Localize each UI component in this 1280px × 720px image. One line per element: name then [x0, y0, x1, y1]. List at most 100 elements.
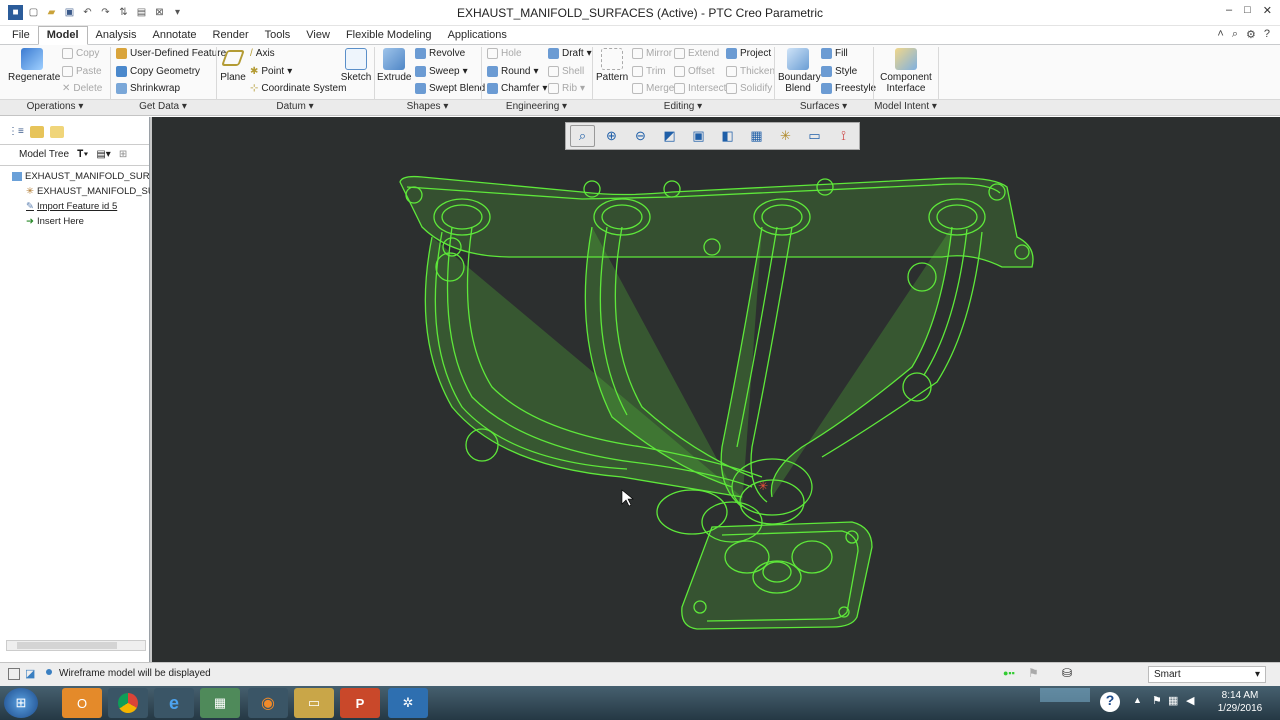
graphics-viewport[interactable]: ⌕ ⊕ ⊖ ◩ ▣ ◧ ▦ ✳ ▭ ⟟ ✳ [152, 117, 1280, 662]
outlook-icon[interactable]: O [62, 688, 102, 718]
tab-analysis[interactable]: Analysis [88, 27, 145, 44]
file-explorer-icon[interactable]: ▭ [294, 688, 334, 718]
tab-file[interactable]: File [4, 27, 38, 44]
group-operations[interactable]: Operations ▾ [0, 101, 110, 112]
system-clock[interactable]: 8:14 AM 1/29/2016 [1212, 689, 1268, 715]
maximize-button[interactable]: □ [1244, 4, 1251, 17]
plane-button[interactable]: Plane [219, 50, 247, 83]
tab-model[interactable]: Model [37, 26, 88, 45]
network-icon[interactable]: ▦ [1168, 694, 1178, 707]
tab-annotate[interactable]: Annotate [144, 27, 204, 44]
tree-settings-icon[interactable]: ▤▾ [96, 149, 110, 160]
help-icon[interactable]: ? [1264, 28, 1270, 41]
group-datum[interactable]: Datum ▾ [216, 101, 374, 112]
open-folder-icon[interactable]: ▰ [44, 5, 59, 20]
component-interface-button[interactable]: Component Interface [880, 48, 932, 94]
tree-item-import[interactable]: ✎ Import Feature id 5 [26, 201, 117, 212]
tree-item-root[interactable]: EXHAUST_MANIFOLD_SURFA [12, 171, 161, 182]
shrinkwrap-button[interactable]: Shrinkwrap [116, 83, 180, 94]
solidify-button[interactable]: Solidify [726, 83, 772, 94]
redo-icon[interactable]: ↷ [98, 5, 113, 20]
tree-columns-icon[interactable]: ⊞ [119, 149, 127, 160]
minimize-button[interactable]: – [1226, 4, 1232, 17]
scrollbar-thumb[interactable] [17, 642, 117, 649]
select-mode-icon[interactable]: ⛁ [1062, 666, 1072, 680]
undo-icon[interactable]: ↶ [80, 5, 95, 20]
tab-applications[interactable]: Applications [440, 27, 515, 44]
merge-button[interactable]: Merge [632, 83, 674, 94]
hole-button[interactable]: Hole [487, 48, 522, 59]
tree-item-insert-here[interactable]: ➜ Insert Here [26, 216, 84, 227]
new-file-icon[interactable]: ▢ [26, 5, 41, 20]
group-model-intent[interactable]: Model Intent ▾ [873, 101, 938, 112]
wireframe-model[interactable]: ✳ [152, 117, 1280, 662]
folder-browser-icon[interactable] [29, 126, 44, 138]
help-tray-icon[interactable]: ? [1100, 692, 1120, 712]
style-button[interactable]: Style [821, 66, 857, 77]
sweep-button[interactable]: Sweep ▾ [415, 66, 468, 77]
swept-blend-button[interactable]: Swept Blend [415, 83, 485, 94]
extrude-button[interactable]: Extrude [377, 48, 411, 83]
close-window-icon[interactable]: ⊠ [152, 5, 167, 20]
thicken-button[interactable]: Thicken [726, 66, 775, 77]
close-button[interactable]: ✕ [1263, 4, 1272, 17]
action-center-icon[interactable]: ⚑ [1152, 694, 1162, 707]
horizontal-scrollbar[interactable] [6, 640, 146, 651]
customize-qat-icon[interactable]: ▾ [170, 5, 185, 20]
start-button[interactable]: ⊞ [4, 688, 38, 718]
calc-app-icon[interactable]: ▦ [200, 688, 240, 718]
flag-icon[interactable]: ⚑ [1028, 666, 1039, 680]
tab-render[interactable]: Render [205, 27, 257, 44]
browser-toggle-icon[interactable]: ◪ [25, 667, 35, 680]
show-hidden-icons[interactable]: ▲ [1133, 695, 1142, 705]
draft-button[interactable]: Draft ▾ [548, 48, 592, 59]
windows-icon[interactable]: ▤ [134, 5, 149, 20]
sketch-button[interactable]: Sketch [340, 48, 372, 83]
group-surfaces[interactable]: Surfaces ▾ [774, 101, 873, 112]
round-button[interactable]: Round ▾ [487, 66, 539, 77]
freestyle-button[interactable]: Freestyle [821, 83, 876, 94]
search-icon[interactable]: ⌕ [1232, 28, 1238, 41]
group-engineering[interactable]: Engineering ▾ [481, 101, 592, 112]
group-get-data[interactable]: Get Data ▾ [110, 101, 216, 112]
group-editing[interactable]: Editing ▾ [592, 101, 774, 112]
settings-icon[interactable]: ⚙ [1246, 28, 1256, 41]
paste-button[interactable]: Paste [62, 66, 102, 77]
copy-button[interactable]: Copy [62, 48, 99, 59]
delete-button[interactable]: ✕ Delete [62, 83, 102, 94]
internet-explorer-icon[interactable]: e [154, 688, 194, 718]
regenerate-qat-icon[interactable]: ⇅ [116, 5, 131, 20]
axis-button[interactable]: / Axis [250, 48, 275, 59]
tab-tools[interactable]: Tools [257, 27, 299, 44]
tree-filter-icon[interactable]: 𝐓▾ [77, 149, 88, 160]
fill-button[interactable]: Fill [821, 48, 848, 59]
tree-item-csys[interactable]: ✳ EXHAUST_MANIFOLD_SUR [26, 186, 162, 197]
intersect-button[interactable]: Intersect [674, 83, 726, 94]
csys-button[interactable]: ⊹ Coordinate System [250, 83, 346, 94]
regenerate-button[interactable]: Regenerate [8, 48, 60, 83]
powerpoint-icon[interactable]: P [340, 688, 380, 718]
revolve-button[interactable]: Revolve [415, 48, 465, 59]
selection-filter-dropdown[interactable]: Smart ▾ [1148, 666, 1266, 683]
udf-button[interactable]: User-Defined Feature [116, 48, 226, 59]
pattern-button[interactable]: Pattern [596, 48, 628, 83]
chrome-icon[interactable] [108, 688, 148, 718]
tab-view[interactable]: View [298, 27, 338, 44]
save-icon[interactable]: ▣ [62, 5, 77, 20]
favorites-icon[interactable] [49, 126, 64, 138]
offset-button[interactable]: Offset [674, 66, 715, 77]
boundary-blend-button[interactable]: Boundary Blend [778, 48, 821, 94]
group-shapes[interactable]: Shapes ▾ [374, 101, 481, 112]
volume-icon[interactable]: ◀ [1186, 694, 1194, 707]
trim-button[interactable]: Trim [632, 66, 666, 77]
extend-button[interactable]: Extend [674, 48, 719, 59]
minimize-ribbon-icon[interactable]: ˄ [1217, 28, 1223, 41]
firefox-icon[interactable]: ◉ [248, 688, 288, 718]
creo-taskbar-icon[interactable]: ✲ [388, 688, 428, 718]
project-button[interactable]: Project [726, 48, 771, 59]
shell-button[interactable]: Shell [548, 66, 584, 77]
copy-geometry-button[interactable]: Copy Geometry [116, 66, 200, 77]
model-tree-tab-icon[interactable]: ⋮≡ [8, 126, 24, 138]
point-button[interactable]: ✱ Point ▾ [250, 66, 292, 77]
rib-button[interactable]: Rib ▾ [548, 83, 585, 94]
